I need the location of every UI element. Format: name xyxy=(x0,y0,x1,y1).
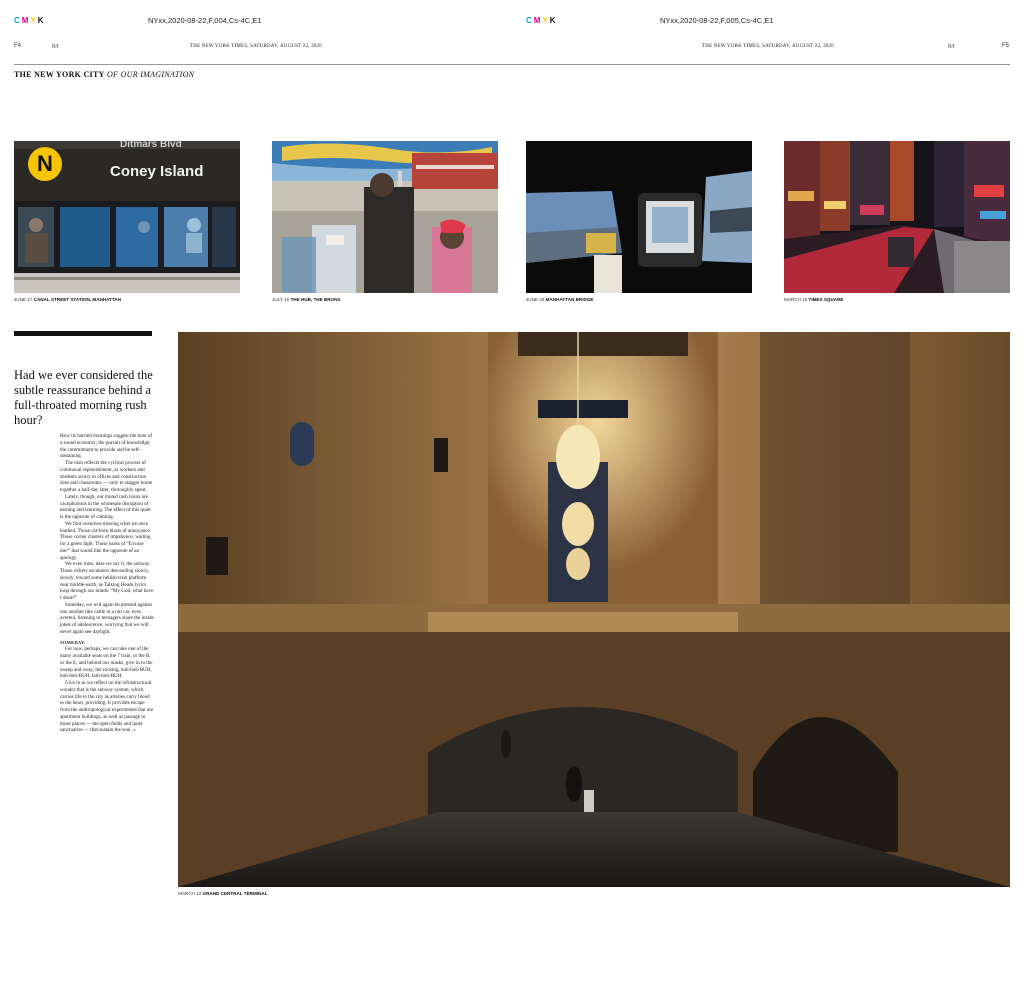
article-paragraph: The rush reflects the cyclical process o… xyxy=(60,460,153,493)
folio-left: F4 xyxy=(14,43,22,49)
article-paragraph: How its harried mornings suggest the hum… xyxy=(60,433,153,460)
caption-place: THE HUB, THE BRONX xyxy=(290,297,341,302)
caption-place: TIMES SQUARE xyxy=(808,297,844,302)
caption-date: JUNE 17 xyxy=(14,297,33,302)
photo-times-square xyxy=(784,141,1010,293)
section-title: THE NEW YORK CITY OF OUR IMAGINATION xyxy=(14,70,194,79)
photo-grand-central-image xyxy=(178,332,1010,887)
dateline-right: THE NEW YORK TIMES, SATURDAY, AUGUST 22,… xyxy=(702,44,834,49)
photo-the-hub-bronx xyxy=(272,141,498,293)
section-title-italic: OF OUR IMAGINATION xyxy=(106,70,195,79)
caption-place: MANHATTAN BRIDGE xyxy=(545,297,594,302)
slug-left: NYxx,2020-08-22,F,004,Cs-4C,E1 xyxy=(148,16,262,25)
train-destination-sign: Coney Island xyxy=(110,163,204,180)
cmyk-y: Y xyxy=(30,16,38,25)
cmyk-registration-right: CMYK xyxy=(526,16,558,25)
edition-right: NY xyxy=(948,44,955,50)
cmyk-c: C xyxy=(526,16,534,25)
cmyk-k: K xyxy=(37,16,46,25)
folio-right: F5 xyxy=(1002,43,1010,49)
header-rule xyxy=(14,64,1010,65)
caption-main-photo: MARCH 12 GRAND CENTRAL TERMINAL xyxy=(178,891,268,896)
caption-photo-4: MARCH 18 TIMES SQUARE xyxy=(784,297,843,302)
article-paragraph: Give in as we reflect on the infrastruct… xyxy=(60,680,154,734)
photo-manhattan-bridge xyxy=(526,141,752,293)
caption-date: JUNE 26 xyxy=(526,297,545,302)
cmyk-y: Y xyxy=(542,16,550,25)
caption-place: GRAND CENTRAL TERMINAL xyxy=(202,891,268,896)
article-paragraph: We find ourselves missing what we once l… xyxy=(60,520,152,561)
subway-line-n-icon: N xyxy=(28,147,62,181)
photo-grand-central-terminal xyxy=(178,332,1010,887)
caption-photo-3: JUNE 26 MANHATTAN BRIDGE xyxy=(526,297,593,302)
caption-photo-1: JUNE 17 CANAL STREET STATION, MANHATTAN xyxy=(14,297,121,302)
article-paragraph: For now, perhaps, we can take one of the… xyxy=(60,646,153,680)
caption-date: JULY 16 xyxy=(272,297,290,302)
train-sign-top: Ditmars Blvd xyxy=(120,141,182,150)
article-body: How its harried mornings suggest the hum… xyxy=(60,433,154,734)
dateline-left: THE NEW YORK TIMES, SATURDAY, AUGUST 22,… xyxy=(190,44,322,49)
edition-left: NY xyxy=(52,44,59,50)
caption-place: CANAL STREET STATION, MANHATTAN xyxy=(33,297,122,302)
section-title-bold: THE NEW YORK CITY xyxy=(14,70,105,79)
cmyk-registration-left: CMYK xyxy=(14,16,46,25)
caption-date: MARCH 12 xyxy=(178,891,202,896)
photo-street-vendor-image xyxy=(272,141,498,293)
photo-times-square-image xyxy=(784,141,1010,293)
caption-date: MARCH 18 xyxy=(784,297,808,302)
article-headline: Had we ever considered the subtle reassu… xyxy=(14,368,153,427)
photo-canal-street-station: N Coney Island Ditmars Blvd xyxy=(14,141,240,293)
article-paragraph: Lately, though, our muted rush hours are… xyxy=(60,493,151,520)
caption-photo-2: JULY 16 THE HUB, THE BRONX xyxy=(272,297,341,302)
cmyk-c: C xyxy=(14,16,22,25)
article-top-rule xyxy=(14,331,152,336)
article-paragraph: We even miss, dare we say it, the subway… xyxy=(60,561,154,601)
article-paragraph: Someday, we will again be pressed agains… xyxy=(60,601,154,635)
cmyk-k: K xyxy=(549,16,558,25)
slug-right: NYxx,2020-08-22,F,005,Cs-4C,E1 xyxy=(660,16,774,25)
photo-taxi-interior-image xyxy=(526,141,752,293)
